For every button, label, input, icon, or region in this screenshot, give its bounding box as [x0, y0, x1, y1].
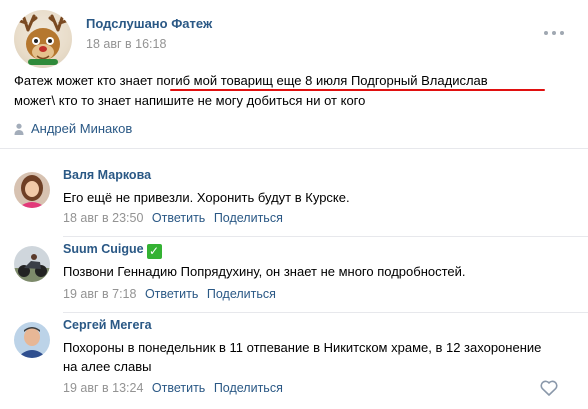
post-header: Подслушано Фатеж 18 авг в 16:18: [14, 10, 574, 68]
share-link[interactable]: Поделиться: [207, 287, 276, 301]
post-divider: [0, 148, 588, 149]
comment-meta: 19 авг в 13:24 Ответить Поделиться: [63, 381, 283, 395]
share-link[interactable]: Поделиться: [214, 211, 283, 225]
woman-photo-icon: [14, 172, 50, 208]
comment: Сергей Мегега Похороны в понедельник в 1…: [14, 318, 574, 406]
comment-meta: 18 авг в 23:50 Ответить Поделиться: [63, 211, 283, 225]
comment-text: Его ещё не привезли. Хоронить будут в Ку…: [63, 190, 350, 205]
share-link[interactable]: Поделиться: [214, 381, 283, 395]
red-underline-annotation: [170, 89, 545, 91]
comment-date[interactable]: 19 авг в 13:24: [63, 381, 143, 395]
comment: Валя Маркова Его ещё не привезли. Хорони…: [14, 168, 588, 237]
reindeer-avatar-icon: [18, 14, 68, 65]
comment-author[interactable]: Suum Cuigue ✓: [63, 242, 162, 259]
avatar[interactable]: [14, 246, 50, 282]
reply-link[interactable]: Ответить: [145, 287, 198, 301]
reply-link[interactable]: Ответить: [152, 381, 205, 395]
comment-text: Позвони Геннадию Попрядухину, он знает н…: [63, 264, 466, 279]
group-name-link[interactable]: Подслушано Фатеж: [86, 16, 212, 31]
comment-author[interactable]: Валя Маркова: [63, 168, 151, 182]
check-badge-icon: ✓: [146, 244, 162, 259]
comment-author-name[interactable]: Suum Cuigue: [63, 242, 144, 256]
comment-divider: [63, 312, 588, 313]
signer-name[interactable]: Андрей Минаков: [31, 121, 132, 136]
comment-divider: [63, 236, 588, 237]
comment-date[interactable]: 18 авг в 23:50: [63, 211, 143, 225]
post-signer[interactable]: Андрей Минаков: [14, 121, 132, 136]
comment: Suum Cuigue ✓ Позвони Геннадию Попрядухин…: [14, 242, 588, 313]
avatar[interactable]: [14, 322, 50, 358]
user-icon: [14, 123, 24, 135]
post-text-line1: Фатеж может кто знает погиб мой товарищ …: [14, 73, 488, 88]
avatar[interactable]: [14, 172, 50, 208]
comment-author[interactable]: Сергей Мегега: [63, 318, 152, 332]
comment-meta: 19 авг в 7:18 Ответить Поделиться: [63, 287, 276, 301]
more-dots-icon[interactable]: [542, 27, 566, 39]
man-photo-icon: [14, 322, 50, 358]
comment-date[interactable]: 19 авг в 7:18: [63, 287, 136, 301]
heart-like-icon[interactable]: [540, 380, 558, 396]
comment-text: Похороны в понедельник в 11 отпевание в …: [63, 340, 542, 374]
post-text-line2: может\ кто то знает напишите не могу доб…: [14, 93, 366, 108]
post-text: Фатеж может кто знает погиб мой товарищ …: [14, 71, 574, 111]
reply-link[interactable]: Ответить: [152, 211, 205, 225]
motorcycle-photo-icon: [14, 246, 50, 282]
post-date[interactable]: 18 авг в 16:18: [86, 37, 166, 51]
group-avatar[interactable]: [14, 10, 72, 68]
